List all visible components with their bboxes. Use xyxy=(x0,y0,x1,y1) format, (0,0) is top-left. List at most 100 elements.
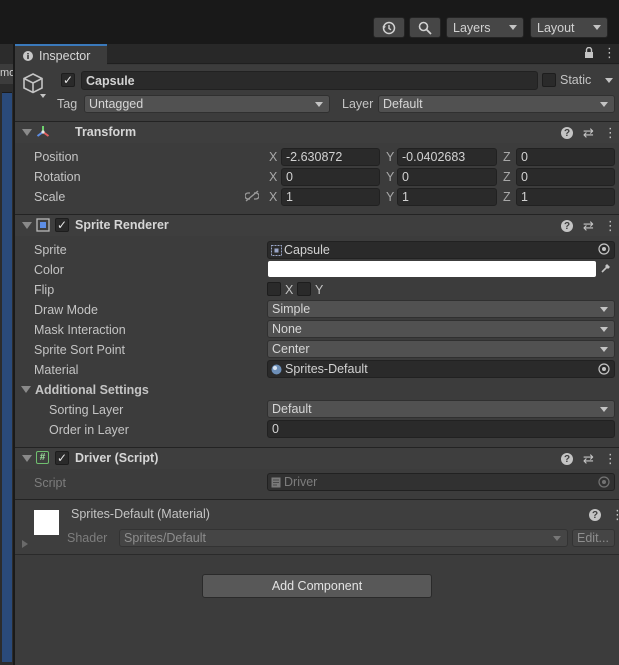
presets-icon[interactable]: ⇄ xyxy=(583,451,594,467)
additional-settings-label[interactable]: Additional Settings xyxy=(35,383,149,397)
scale-y-axis[interactable]: Y xyxy=(386,190,394,204)
chevron-down-icon xyxy=(600,326,608,332)
presets-icon[interactable]: ⇄ xyxy=(583,125,594,141)
flip-y-checkbox[interactable] xyxy=(297,282,311,296)
scale-y-field[interactable]: 1 xyxy=(397,188,497,206)
flip-label: Flip xyxy=(34,283,55,297)
left-panel-tab[interactable]: mo xyxy=(0,64,14,84)
sorting-layer-dropdown[interactable]: Default xyxy=(267,400,615,418)
material-object-field[interactable]: Sprites-Default xyxy=(267,360,615,378)
eyedropper-icon[interactable] xyxy=(600,262,612,277)
material-label: Material xyxy=(34,363,79,377)
object-picker-icon[interactable] xyxy=(598,363,610,378)
csharp-script-icon: # xyxy=(36,451,49,464)
driver-title: Driver (Script) xyxy=(75,451,159,465)
gameobject-icon[interactable] xyxy=(22,72,46,103)
position-x-field[interactable]: -2.630872 xyxy=(281,148,380,166)
sprite-object-field[interactable]: Capsule xyxy=(267,241,615,259)
transform-foldout-icon[interactable] xyxy=(22,129,32,136)
shader-dropdown[interactable]: Sprites/Default xyxy=(119,529,568,547)
sprite-sort-point-dropdown[interactable]: Center xyxy=(267,340,615,358)
position-z-field[interactable]: 0 xyxy=(516,148,615,166)
rotation-z-field[interactable]: 0 xyxy=(516,168,615,186)
help-icon[interactable]: ? xyxy=(561,453,573,465)
kebab-menu-icon[interactable]: ⋮ xyxy=(604,218,617,234)
material-foldout-icon[interactable] xyxy=(22,540,28,548)
rotation-z-axis[interactable]: Z xyxy=(503,170,511,184)
mask-interaction-dropdown[interactable]: None xyxy=(267,320,615,338)
scale-z-field[interactable]: 1 xyxy=(516,188,615,206)
driver-enabled-checkbox[interactable]: ✓ xyxy=(55,451,69,465)
position-y-field[interactable]: -0.0402683 xyxy=(397,148,497,166)
kebab-menu-icon[interactable]: ⋮ xyxy=(604,125,617,141)
mask-interaction-label: Mask Interaction xyxy=(34,323,126,337)
position-z-axis[interactable]: Z xyxy=(503,150,511,164)
kebab-menu-icon[interactable]: ⋮ xyxy=(604,451,617,467)
rotation-y-field[interactable]: 0 xyxy=(397,168,497,186)
active-checkbox[interactable]: ✓ xyxy=(61,73,75,87)
order-in-layer-field[interactable]: 0 xyxy=(267,420,615,438)
scale-x-field[interactable]: 1 xyxy=(281,188,380,206)
lock-icon[interactable] xyxy=(584,46,594,62)
rotation-x-field[interactable]: 0 xyxy=(281,168,380,186)
material-title: Sprites-Default (Material) xyxy=(71,507,210,521)
presets-icon[interactable]: ⇄ xyxy=(583,218,594,234)
chevron-down-icon xyxy=(509,25,517,30)
static-dropdown-chevron-icon[interactable] xyxy=(605,78,613,83)
history-button[interactable] xyxy=(373,17,405,38)
layer-value: Default xyxy=(383,97,423,111)
info-icon xyxy=(23,50,33,61)
edit-shader-label: Edit... xyxy=(577,531,609,545)
driver-foldout-icon[interactable] xyxy=(22,455,32,462)
help-icon[interactable]: ? xyxy=(561,220,573,232)
tag-label: Tag xyxy=(57,97,78,111)
rotation-label: Rotation xyxy=(34,170,81,184)
sprite-value: Capsule xyxy=(284,243,330,257)
transform-header-icons: ? ⇄ ⋮ xyxy=(561,125,617,141)
position-y-axis[interactable]: Y xyxy=(386,150,394,164)
flip-x-checkbox[interactable] xyxy=(267,282,281,296)
rotation-x-axis[interactable]: X xyxy=(269,170,277,184)
chevron-down-icon xyxy=(553,535,561,541)
object-picker-icon[interactable] xyxy=(598,243,610,258)
layer-label: Layer xyxy=(342,97,374,111)
mask-interaction-value: None xyxy=(272,322,302,336)
help-icon[interactable]: ? xyxy=(589,509,601,521)
edit-shader-button[interactable]: Edit... xyxy=(572,529,615,547)
draw-mode-dropdown[interactable]: Simple xyxy=(267,300,615,318)
transform-icon xyxy=(36,125,50,142)
scale-label: Scale xyxy=(34,190,66,204)
layers-dropdown[interactable]: Layers xyxy=(446,17,524,38)
sprite-renderer-enabled-checkbox[interactable]: ✓ xyxy=(55,218,69,232)
position-x-axis[interactable]: X xyxy=(269,150,277,164)
flip-x-label: X xyxy=(285,283,294,297)
tag-dropdown[interactable]: Untagged xyxy=(84,95,330,113)
kebab-menu-icon[interactable]: ⋮ xyxy=(603,46,616,59)
chevron-down-icon xyxy=(593,25,601,30)
color-swatch[interactable] xyxy=(268,261,596,277)
shader-label: Shader xyxy=(67,531,108,545)
object-picker-icon xyxy=(598,476,610,491)
scale-x-axis[interactable]: X xyxy=(269,190,277,204)
help-icon[interactable]: ? xyxy=(561,127,573,139)
layer-dropdown[interactable]: Default xyxy=(378,95,615,113)
flip-y-label: Y xyxy=(315,283,324,297)
rotation-y-axis[interactable]: Y xyxy=(386,170,394,184)
left-panel-tab-label: mo xyxy=(0,67,14,79)
sprite-sort-point-label: Sprite Sort Point xyxy=(34,343,126,357)
scale-z-axis[interactable]: Z xyxy=(503,190,511,204)
history-icon xyxy=(382,21,396,34)
layout-dropdown[interactable]: Layout xyxy=(530,17,608,38)
kebab-menu-icon[interactable]: ⋮ xyxy=(611,507,619,523)
add-component-button[interactable]: Add Component xyxy=(202,574,432,598)
additional-settings-foldout-icon[interactable] xyxy=(21,386,31,393)
scene-view-edge[interactable] xyxy=(2,92,12,662)
constrain-proportions-icon[interactable] xyxy=(244,190,260,205)
search-button[interactable] xyxy=(409,17,441,38)
tab-inspector[interactable]: Inspector xyxy=(15,44,107,65)
sprite-renderer-foldout-icon[interactable] xyxy=(22,222,32,229)
static-checkbox[interactable] xyxy=(542,73,556,87)
object-name-input[interactable]: Capsule xyxy=(81,71,538,90)
sprite-renderer-header-icons: ? ⇄ ⋮ xyxy=(561,218,617,234)
transform-title: Transform xyxy=(75,125,137,139)
